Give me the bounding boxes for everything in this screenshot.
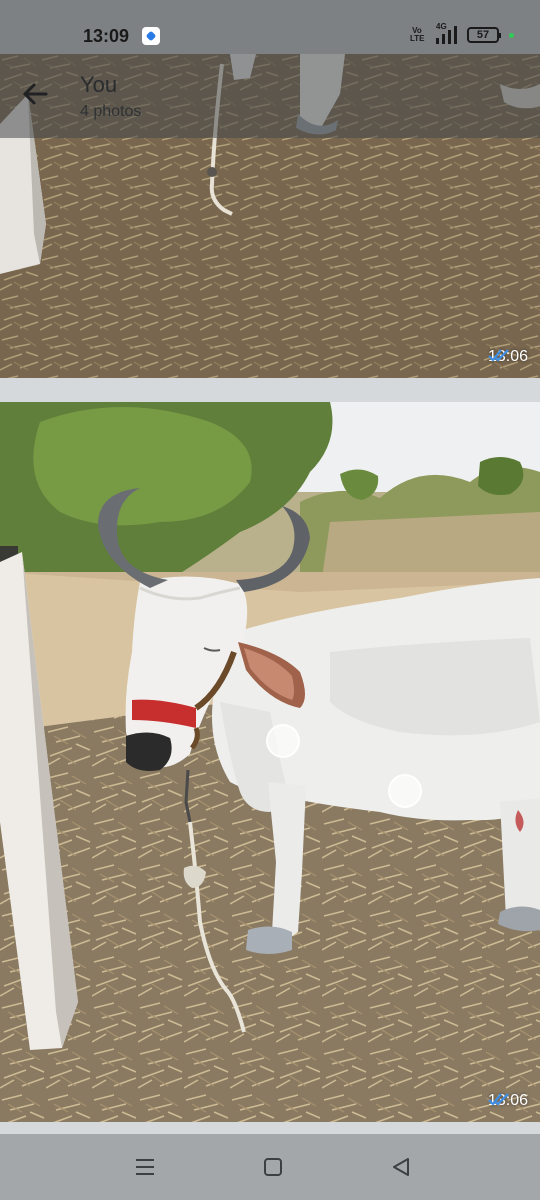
divider	[0, 378, 540, 402]
battery-level: 57	[476, 29, 490, 41]
notification-app-icon	[142, 27, 160, 45]
photo-message-2[interactable]: 13:06	[0, 402, 540, 1122]
double-check-icon	[488, 349, 509, 362]
header-subtitle: 4 photos	[80, 103, 142, 120]
double-check-icon	[488, 1093, 509, 1106]
back-arrow-icon[interactable]	[18, 76, 54, 112]
volte-indicator: Vo LTE	[410, 26, 425, 43]
divider	[0, 1122, 540, 1134]
tap-indicator	[388, 774, 422, 808]
charging-dot	[509, 33, 514, 38]
photo-1-timestamp: 13:06	[488, 348, 528, 366]
tap-indicator	[266, 724, 300, 758]
status-time: 13:09	[83, 26, 130, 46]
system-nav-bar	[0, 1134, 540, 1200]
status-bar: 13:09 Vo LTE 4G 57	[0, 0, 540, 54]
signal-icon	[436, 26, 457, 44]
photo-2-timestamp: 13:06	[488, 1092, 528, 1110]
home-icon[interactable]	[260, 1154, 286, 1180]
back-triangle-icon[interactable]	[388, 1154, 414, 1180]
header-title: You	[80, 72, 118, 97]
battery-icon: 57	[467, 27, 501, 43]
chat-header: You 4 photos	[0, 54, 540, 138]
menu-icon[interactable]	[132, 1154, 158, 1180]
photo-2-image	[0, 402, 540, 1122]
